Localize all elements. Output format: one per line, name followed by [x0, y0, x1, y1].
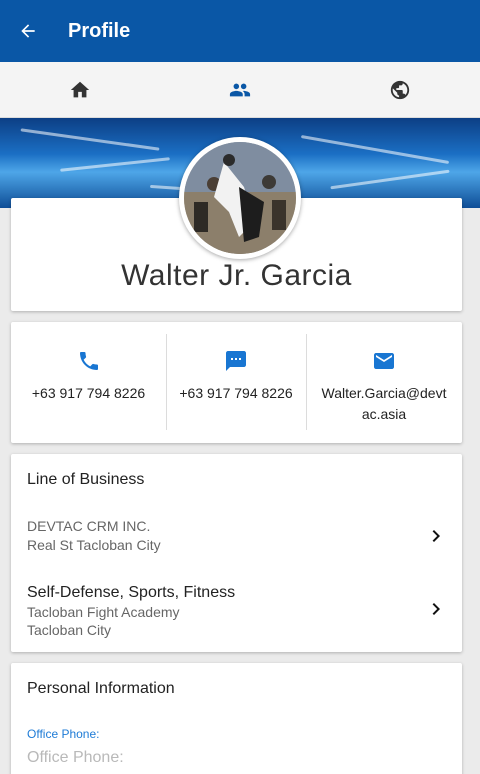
people-icon — [229, 83, 251, 96]
phone-icon — [79, 352, 98, 370]
home-icon — [70, 81, 90, 97]
message-number: +63 917 794 8226 — [179, 385, 293, 401]
personal-info-card: Personal Information Office Phone: Offic… — [11, 663, 462, 774]
back-button[interactable] — [0, 0, 56, 62]
tab-people[interactable] — [160, 62, 320, 117]
call-action[interactable]: +63 917 794 8226 — [11, 322, 166, 443]
office-phone-label: Office Phone: — [27, 727, 100, 741]
business-item[interactable]: Self-Defense, Sports, Fitness Tacloban F… — [11, 584, 462, 640]
message-action[interactable]: +63 917 794 8226 — [166, 322, 306, 443]
tab-globe[interactable] — [320, 62, 480, 117]
business-item-name: DEVTAC CRM INC. — [27, 518, 151, 534]
email-action[interactable]: Walter.Garcia@devtac.asia — [306, 322, 462, 443]
business-item-name: Tacloban Fight Academy — [27, 604, 180, 620]
globe-icon — [390, 80, 410, 99]
business-item[interactable]: DEVTAC CRM INC. Real St Tacloban City — [11, 517, 462, 557]
profile-name: Walter Jr. Garcia — [121, 259, 352, 292]
office-phone-field[interactable]: Office Phone: — [27, 749, 124, 767]
business-item-address: Tacloban City — [27, 622, 112, 638]
message-icon — [226, 351, 246, 371]
chevron-right-icon — [432, 603, 440, 615]
chevron-right-icon — [432, 530, 440, 542]
email-address: Walter.Garcia@devtac.asia — [321, 385, 447, 422]
personal-info-title: Personal Information — [27, 680, 175, 697]
business-item-address: Real St Tacloban City — [27, 537, 161, 553]
business-card: Line of Business DEVTAC CRM INC. Real St… — [11, 454, 462, 652]
business-item-category: Self-Defense, Sports, Fitness — [27, 584, 236, 601]
tab-home[interactable] — [0, 62, 160, 117]
phone-number: +63 917 794 8226 — [31, 385, 146, 401]
tab-bar — [0, 62, 480, 118]
arrow-left-icon — [21, 24, 35, 38]
page-title: Profile — [68, 19, 131, 42]
avatar[interactable] — [179, 137, 301, 259]
avatar-photo — [184, 142, 296, 254]
app-bar: Profile — [0, 0, 480, 62]
business-title: Line of Business — [27, 471, 145, 488]
email-icon — [374, 353, 394, 369]
contact-card: +63 917 794 8226 +63 917 794 8226 Walter… — [11, 322, 462, 443]
